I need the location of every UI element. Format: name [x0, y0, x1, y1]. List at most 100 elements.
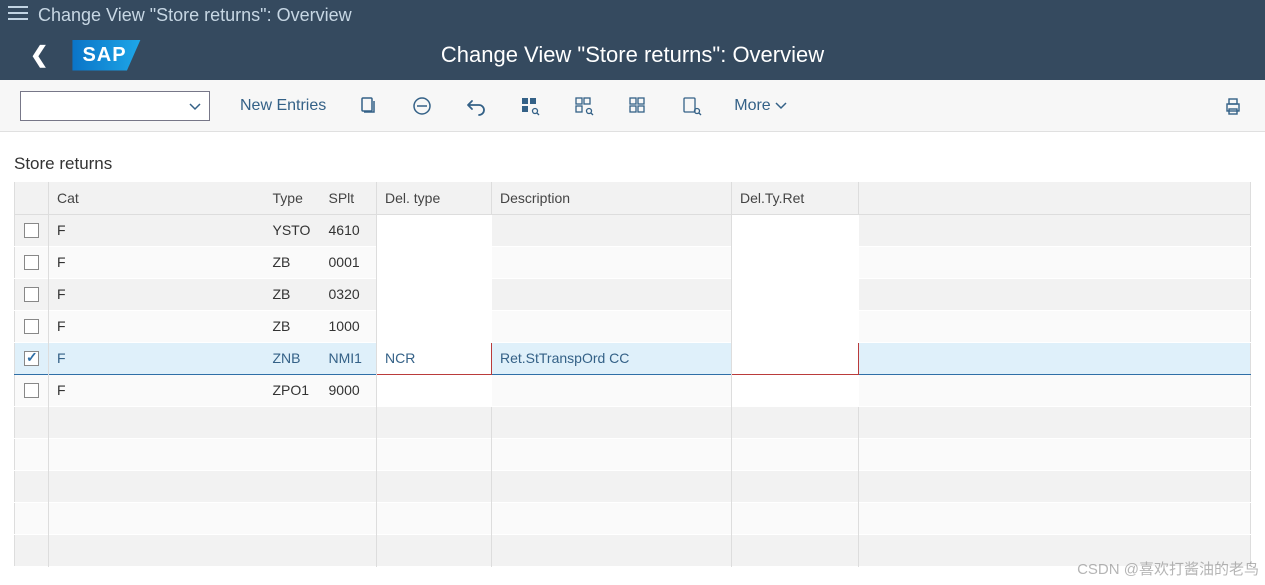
cell-deltype[interactable]: NCR: [377, 342, 492, 374]
shell-bar: Change View "Store returns": Overview: [0, 0, 1265, 30]
cell-cat: F: [49, 246, 265, 278]
menu-icon[interactable]: [8, 1, 28, 29]
col-header-deltype[interactable]: Del. type: [377, 182, 492, 214]
table-row-empty: [15, 438, 1251, 470]
cell-fill: [859, 214, 1251, 246]
cell-splt: 1000: [321, 310, 377, 342]
cell-delret[interactable]: [732, 374, 859, 406]
cell-type: ZB: [265, 310, 321, 342]
cell-type: ZNB: [265, 342, 321, 374]
chevron-down-icon: [189, 98, 201, 114]
cell-description: [492, 246, 732, 278]
more-label: More: [734, 97, 770, 115]
row-select-cell[interactable]: [15, 246, 49, 278]
cell-description: [492, 214, 732, 246]
cell-fill: [859, 310, 1251, 342]
cell-splt: 4610: [321, 214, 377, 246]
table-row[interactable]: FZB1000: [15, 310, 1251, 342]
col-header-select[interactable]: [15, 182, 49, 214]
cell-cat: F: [49, 374, 265, 406]
config-icon[interactable]: [680, 94, 704, 118]
row-select-cell[interactable]: [15, 342, 49, 374]
cell-deltype[interactable]: [377, 246, 492, 278]
row-select-cell[interactable]: [15, 374, 49, 406]
cell-delret[interactable]: [732, 342, 859, 374]
select-all-icon[interactable]: [518, 94, 542, 118]
table-row[interactable]: FZB0320: [15, 278, 1251, 310]
toolbar-combo[interactable]: [20, 91, 210, 121]
cell-description: [492, 310, 732, 342]
checkbox[interactable]: [24, 255, 39, 270]
page-title: Change View "Store returns": Overview: [441, 42, 824, 68]
cell-description: Ret.StTranspOrd CC: [492, 342, 732, 374]
cell-deltype[interactable]: [377, 214, 492, 246]
shell-title: Change View "Store returns": Overview: [38, 1, 352, 29]
cell-splt: NMI1: [321, 342, 377, 374]
cell-deltype[interactable]: [377, 374, 492, 406]
row-select-cell[interactable]: [15, 310, 49, 342]
content-area: Store returns Cat Type SPlt Del. type De…: [0, 132, 1265, 567]
watermark: CSDN @喜欢打酱油的老鸟: [1077, 558, 1259, 579]
checkbox[interactable]: [24, 383, 39, 398]
cell-splt: 0320: [321, 278, 377, 310]
col-header-type[interactable]: Type: [265, 182, 321, 214]
col-header-splt[interactable]: SPlt: [321, 182, 377, 214]
cell-fill: [859, 342, 1251, 374]
cell-cat: F: [49, 278, 265, 310]
cell-fill: [859, 374, 1251, 406]
col-header-desc[interactable]: Description: [492, 182, 732, 214]
table-row-empty: [15, 470, 1251, 502]
cell-type: YSTO: [265, 214, 321, 246]
more-button[interactable]: More: [734, 97, 786, 115]
checkbox[interactable]: [24, 351, 39, 366]
cell-deltype[interactable]: [377, 278, 492, 310]
cell-type: ZB: [265, 278, 321, 310]
group-title: Store returns: [14, 154, 1251, 174]
table-row-empty: [15, 534, 1251, 566]
col-header-cat[interactable]: Cat: [49, 182, 265, 214]
col-header-fill: [859, 182, 1251, 214]
table-header-row: Cat Type SPlt Del. type Description Del.…: [15, 182, 1251, 214]
cell-type: ZPO1: [265, 374, 321, 406]
copy-as-icon[interactable]: [356, 94, 380, 118]
undo-icon[interactable]: [464, 94, 488, 118]
col-header-delret[interactable]: Del.Ty.Ret: [732, 182, 859, 214]
cell-fill: [859, 246, 1251, 278]
table-row[interactable]: FZPO19000: [15, 374, 1251, 406]
cell-cat: F: [49, 214, 265, 246]
row-select-cell[interactable]: [15, 214, 49, 246]
cell-description: [492, 278, 732, 310]
table-row-empty: [15, 406, 1251, 438]
cell-type: ZB: [265, 246, 321, 278]
checkbox[interactable]: [24, 319, 39, 334]
table-row[interactable]: FZB0001: [15, 246, 1251, 278]
cell-cat: F: [49, 310, 265, 342]
table-row-empty: [15, 502, 1251, 534]
cell-fill: [859, 278, 1251, 310]
cell-delret[interactable]: [732, 278, 859, 310]
cell-cat: F: [49, 342, 265, 374]
delete-icon[interactable]: [410, 94, 434, 118]
checkbox[interactable]: [24, 287, 39, 302]
deselect-all-icon[interactable]: [626, 94, 650, 118]
data-table: Cat Type SPlt Del. type Description Del.…: [14, 182, 1251, 567]
table-row[interactable]: FYSTO4610: [15, 214, 1251, 246]
table-row[interactable]: FZNBNMI1NCRRet.StTranspOrd CC: [15, 342, 1251, 374]
select-block-icon[interactable]: [572, 94, 596, 118]
checkbox[interactable]: [24, 223, 39, 238]
cell-delret[interactable]: [732, 214, 859, 246]
cell-splt: 9000: [321, 374, 377, 406]
cell-splt: 0001: [321, 246, 377, 278]
print-icon[interactable]: [1221, 94, 1245, 118]
cell-delret[interactable]: [732, 246, 859, 278]
cell-description: [492, 374, 732, 406]
new-entries-button[interactable]: New Entries: [240, 97, 326, 115]
row-select-cell[interactable]: [15, 278, 49, 310]
cell-delret[interactable]: [732, 310, 859, 342]
back-button[interactable]: ❮: [20, 38, 58, 72]
page-header: ❮ SAP Change View "Store returns": Overv…: [0, 30, 1265, 80]
cell-deltype[interactable]: [377, 310, 492, 342]
sap-logo: SAP: [72, 40, 140, 71]
toolbar: New Entries More: [0, 80, 1265, 132]
chevron-down-icon: [775, 102, 787, 110]
